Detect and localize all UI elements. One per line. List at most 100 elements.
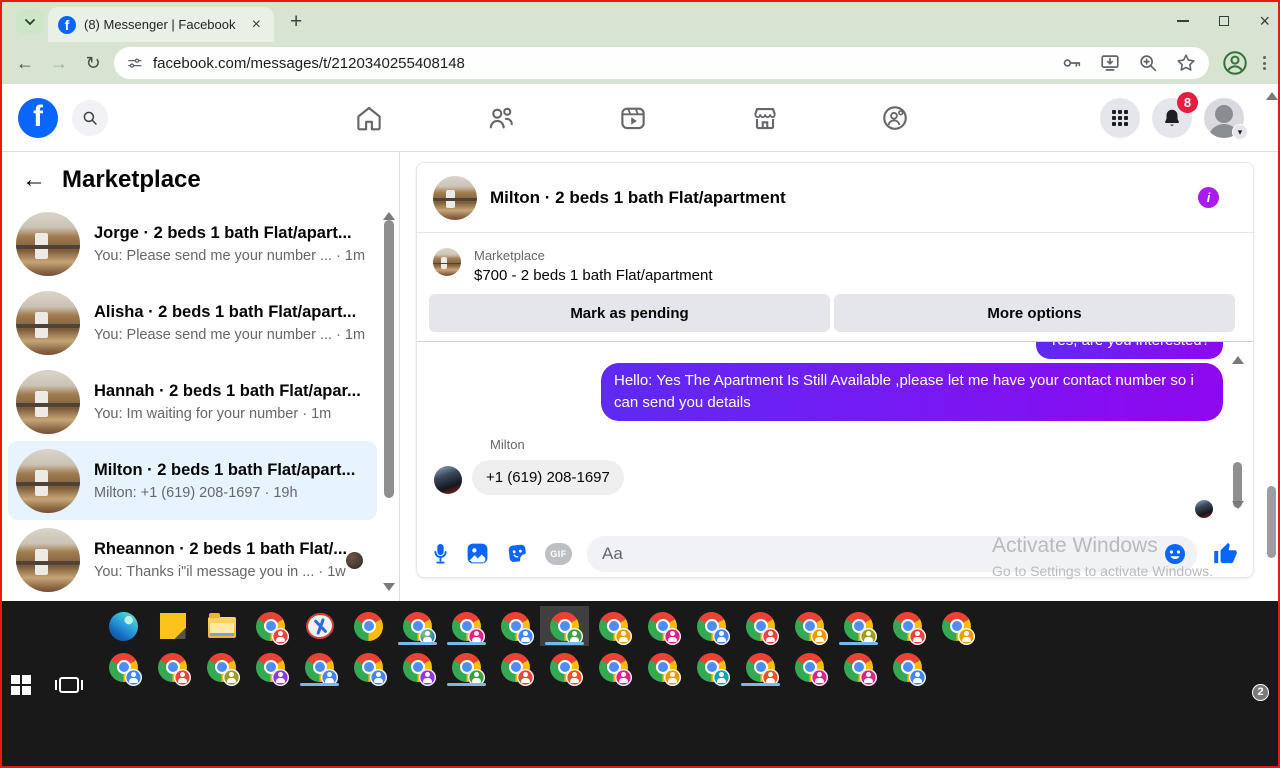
taskbar-chrome-button[interactable]: [540, 606, 589, 646]
marketplace-tab-icon[interactable]: [750, 103, 780, 133]
scrollbar-thumb[interactable]: [384, 220, 394, 498]
conversation-item-milton-selected[interactable]: Milton · 2 beds 1 bath Flat/apart... Mil…: [8, 441, 377, 520]
taskbar-chrome-button[interactable]: [736, 647, 785, 687]
conversation-item-jorge[interactable]: Jorge · 2 beds 1 bath Flat/apart... You:…: [8, 204, 377, 283]
taskbar-chrome-button[interactable]: [883, 606, 932, 646]
taskbar-chrome-button[interactable]: [344, 606, 393, 646]
taskbar-chrome-button[interactable]: [540, 647, 589, 687]
close-button[interactable]: ×: [1259, 12, 1270, 30]
friends-tab-icon[interactable]: [486, 103, 516, 133]
profile-icon[interactable]: [1221, 49, 1249, 77]
attach-photo-icon[interactable]: [465, 541, 490, 566]
browser-tab-messenger[interactable]: f (8) Messenger | Facebook ×: [48, 7, 274, 42]
chrome-icon: [158, 652, 191, 686]
windows-taskbar: [0, 601, 1280, 768]
account-chevron-icon[interactable]: ▾: [1232, 124, 1248, 140]
taskbar-chrome-button[interactable]: [589, 647, 638, 687]
messages-scrollbar[interactable]: [1231, 342, 1245, 529]
gif-icon[interactable]: GIF: [545, 542, 572, 565]
taskbar-chrome-button[interactable]: [638, 647, 687, 687]
conversation-item-rheannon[interactable]: Rheannon · 2 beds 1 bath Flat/... You: T…: [8, 520, 377, 599]
forward-button[interactable]: →: [42, 53, 76, 74]
back-button[interactable]: ←: [8, 53, 42, 74]
thumbs-up-icon[interactable]: [1212, 540, 1239, 567]
new-tab-button[interactable]: +: [290, 10, 302, 34]
taskbar-chrome-button[interactable]: [638, 606, 687, 646]
taskbar-sticky-button[interactable]: [148, 606, 197, 646]
taskbar-chrome-button[interactable]: [589, 606, 638, 646]
taskbar-edge-button[interactable]: [99, 606, 148, 646]
bookmark-star-icon[interactable]: [1175, 52, 1197, 74]
apps-menu-button[interactable]: [1100, 98, 1140, 138]
taskbar-chrome-button[interactable]: [197, 647, 246, 687]
conversation-info-icon[interactable]: i: [1198, 187, 1219, 208]
restore-button[interactable]: [1219, 13, 1234, 26]
taskbar-snip-button[interactable]: [295, 606, 344, 646]
search-button[interactable]: [72, 100, 108, 136]
video-tab-icon[interactable]: [618, 103, 648, 133]
notifications-button[interactable]: 8: [1152, 92, 1198, 138]
conversation-item-alisha[interactable]: Alisha · 2 beds 1 bath Flat/apart... You…: [8, 283, 377, 362]
message-history: Yes, are you interested? Hello: Yes The …: [417, 341, 1253, 529]
chrome-icon: [256, 611, 289, 645]
taskbar-chrome-button[interactable]: [99, 647, 148, 687]
browser-menu-icon[interactable]: [1263, 56, 1266, 70]
voice-clip-icon[interactable]: [431, 541, 450, 566]
taskbar-chrome-button[interactable]: [442, 647, 491, 687]
taskbar-chrome-button[interactable]: [785, 606, 834, 646]
taskbar-chrome-button[interactable]: [344, 647, 393, 687]
scrollbar-thumb[interactable]: [1267, 486, 1276, 558]
taskbar-explorer-button[interactable]: [197, 606, 246, 646]
tab-list-chevron-button[interactable]: [16, 9, 44, 34]
site-settings-icon[interactable]: [126, 55, 143, 72]
url-bar[interactable]: facebook.com/messages/t/2120340255408148: [114, 47, 1209, 79]
mark-as-pending-button[interactable]: Mark as pending: [429, 294, 830, 332]
message-input[interactable]: [602, 543, 1163, 564]
taskbar-chrome-button[interactable]: [883, 647, 932, 687]
scroll-up-icon[interactable]: [383, 206, 395, 220]
sticker-icon[interactable]: [504, 540, 531, 567]
more-options-button[interactable]: More options: [834, 294, 1235, 332]
conversation-avatar: [16, 211, 80, 276]
url-text[interactable]: facebook.com/messages/t/2120340255408148: [153, 55, 1051, 72]
taskbar-chrome-button[interactable]: [148, 647, 197, 687]
back-arrow-icon[interactable]: ←: [22, 166, 46, 194]
taskbar-chrome-button[interactable]: [687, 606, 736, 646]
groups-tab-icon[interactable]: [880, 103, 910, 133]
home-tab-icon[interactable]: [354, 103, 384, 133]
facebook-logo[interactable]: f: [18, 98, 58, 138]
taskbar-chrome-button[interactable]: [834, 647, 883, 687]
taskbar-chrome-button[interactable]: [246, 606, 295, 646]
minimize-button[interactable]: [1177, 20, 1190, 22]
taskbar-chrome-button[interactable]: [834, 606, 883, 646]
zoom-icon[interactable]: [1137, 52, 1159, 74]
taskbar-chrome-button[interactable]: [687, 647, 736, 687]
taskbar-chrome-button[interactable]: [491, 647, 540, 687]
taskbar-chrome-button[interactable]: [736, 606, 785, 646]
sidebar-scrollbar[interactable]: [382, 202, 396, 601]
start-button[interactable]: [11, 675, 31, 695]
page-scrollbar[interactable]: [1266, 86, 1278, 599]
password-key-icon[interactable]: [1061, 52, 1083, 74]
taskbar-chrome-button[interactable]: [393, 647, 442, 687]
tab-close-icon[interactable]: ×: [249, 16, 264, 34]
taskbar-chrome-button[interactable]: [932, 606, 981, 646]
taskbar-chrome-button[interactable]: [491, 606, 540, 646]
taskbar-chrome-button[interactable]: [246, 647, 295, 687]
scroll-down-icon[interactable]: [383, 583, 395, 597]
reload-button[interactable]: ↻: [76, 53, 110, 74]
message-input-wrap[interactable]: [587, 535, 1197, 572]
taskbar-chrome-button[interactable]: [442, 606, 491, 646]
emoji-icon[interactable]: [1163, 542, 1187, 566]
scroll-up-icon[interactable]: [1232, 350, 1244, 364]
conversation-title: Jorge · 2 beds 1 bath Flat/apart...: [94, 223, 352, 242]
scroll-up-icon[interactable]: [1266, 86, 1278, 100]
taskbar-chrome-button[interactable]: [393, 606, 442, 646]
conversation-item-hannah[interactable]: Hannah · 2 beds 1 bath Flat/apar... You:…: [8, 362, 377, 441]
task-view-button[interactable]: [55, 677, 83, 693]
taskbar-chrome-button[interactable]: [785, 647, 834, 687]
scroll-down-icon[interactable]: [1232, 501, 1244, 515]
install-cast-icon[interactable]: [1099, 52, 1121, 74]
chrome-profile-badge: [125, 668, 142, 686]
taskbar-chrome-button[interactable]: [295, 647, 344, 687]
